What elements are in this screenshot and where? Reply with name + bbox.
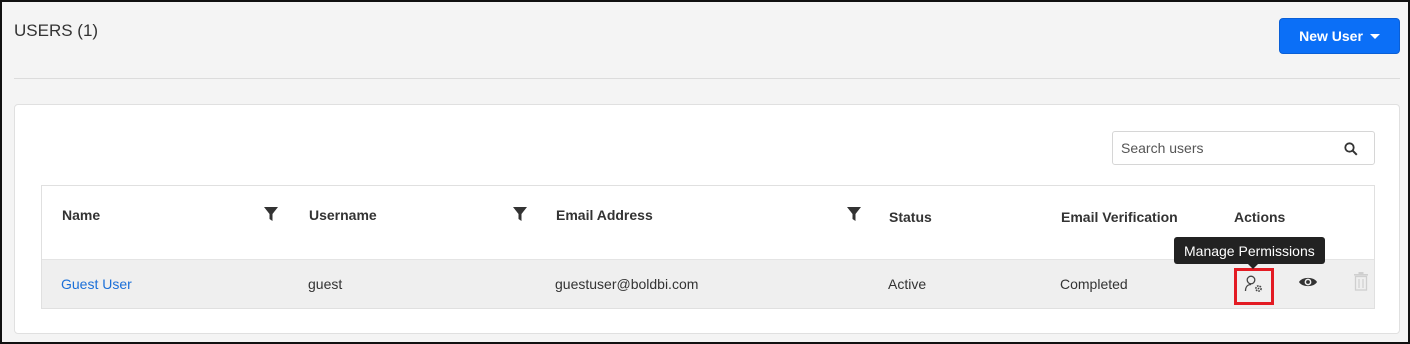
chevron-down-icon [1369, 33, 1380, 39]
search-icon[interactable] [1344, 142, 1358, 161]
eye-icon[interactable] [1298, 275, 1318, 294]
search-box [1112, 131, 1375, 165]
tooltip-text: Manage Permissions [1184, 242, 1315, 259]
page-title: USERS (1) [14, 21, 99, 40]
table-row: Guest User guest guestuser@boldbi.com Ac… [42, 260, 1374, 308]
column-header-actions: Actions [1234, 209, 1286, 225]
manage-permissions-button[interactable] [1234, 268, 1274, 305]
trash-icon[interactable] [1353, 272, 1369, 296]
tooltip-arrow [1248, 264, 1258, 269]
divider [14, 78, 1400, 79]
search-input[interactable] [1113, 133, 1333, 163]
user-email-verification: Completed [1060, 276, 1128, 292]
user-username: guest [308, 276, 343, 292]
filter-icon[interactable] [847, 207, 861, 227]
column-header-status[interactable]: Status [889, 209, 932, 225]
column-header-name[interactable]: Name [62, 207, 100, 223]
user-email: guestuser@boldbi.com [555, 276, 699, 292]
column-header-email[interactable]: Email Address [556, 207, 653, 223]
user-name-link[interactable]: Guest User [61, 276, 132, 292]
manage-permissions-tooltip: Manage Permissions [1174, 237, 1325, 269]
manage-permissions-icon [1244, 274, 1264, 299]
column-header-email-verification[interactable]: Email Verification [1061, 209, 1178, 225]
user-status: Active [888, 276, 927, 292]
new-user-label: New User [1299, 28, 1363, 44]
users-page: USERS (1) New User Name Username [0, 0, 1410, 344]
filter-icon[interactable] [513, 207, 527, 227]
column-header-username[interactable]: Username [309, 207, 377, 223]
new-user-button[interactable]: New User [1279, 18, 1400, 54]
filter-icon[interactable] [264, 207, 278, 227]
users-card: Name Username Email Address Status Email… [14, 104, 1400, 334]
